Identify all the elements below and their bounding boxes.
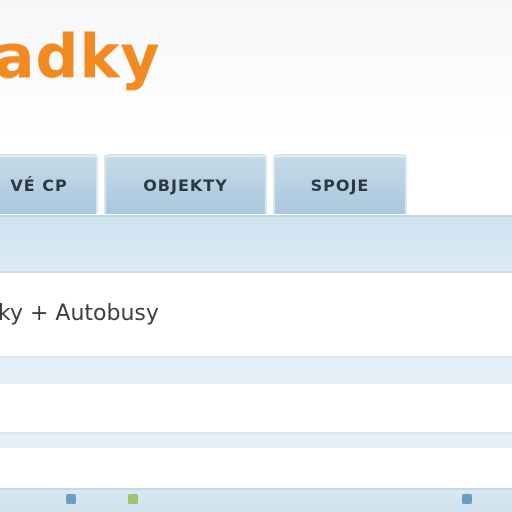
empty-row: [0, 384, 512, 432]
tab-content-header: [0, 215, 512, 271]
divider-strip: [0, 356, 512, 386]
tab-spoje[interactable]: SPOJE: [273, 154, 407, 214]
selection-value: ky + Autobusy: [0, 301, 159, 326]
tab-bar: VÉ CP OBJEKTY SPOJE: [0, 154, 512, 216]
green-icon[interactable]: [128, 494, 138, 504]
tab-objekty[interactable]: OBJEKTY: [104, 154, 267, 214]
tab-nove-cp[interactable]: VÉ CP: [0, 154, 98, 214]
footer-bar: [0, 488, 512, 512]
empty-row: [0, 448, 512, 488]
logo[interactable]: adky: [0, 22, 160, 92]
blue-icon[interactable]: [462, 494, 472, 504]
blue-icon[interactable]: [66, 494, 76, 504]
page: adky VÉ CP OBJEKTY SPOJE ky + Autobusy: [0, 0, 512, 512]
selection-row[interactable]: ky + Autobusy: [0, 271, 512, 357]
